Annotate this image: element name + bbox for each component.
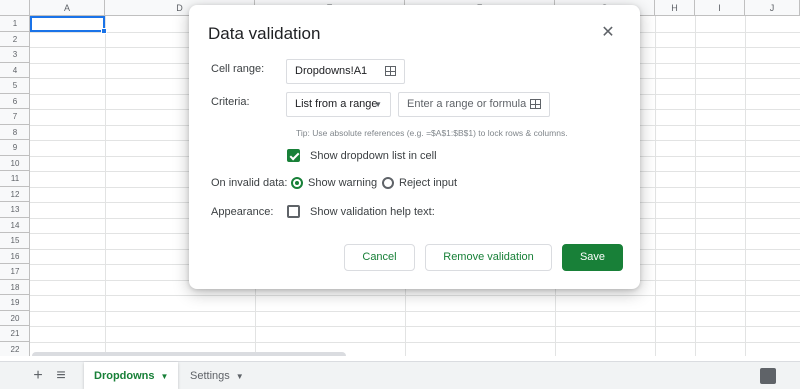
row-header[interactable]: 4 bbox=[0, 63, 30, 78]
criteria-range-placeholder: Enter a range or formula bbox=[407, 98, 527, 110]
save-button[interactable]: Save bbox=[562, 244, 623, 271]
row-header[interactable]: 6 bbox=[0, 94, 30, 109]
gridline-horizontal bbox=[30, 326, 800, 327]
row-header[interactable]: 12 bbox=[0, 187, 30, 202]
column-header-a[interactable]: A bbox=[30, 0, 105, 16]
all-sheets-icon[interactable]: ≡ bbox=[52, 366, 70, 386]
sheet-tab-dropdowns[interactable]: Dropdowns ▼ bbox=[84, 362, 179, 389]
help-text-checkbox[interactable] bbox=[287, 205, 300, 218]
row-header[interactable]: 10 bbox=[0, 156, 30, 171]
row-header[interactable]: 1 bbox=[0, 16, 30, 32]
caret-down-icon: ▼ bbox=[160, 372, 169, 381]
show-warning-label: Show warning bbox=[308, 177, 378, 189]
gridline-vertical bbox=[745, 16, 746, 356]
criteria-type-value: List from a range bbox=[295, 98, 378, 110]
select-range-icon[interactable] bbox=[385, 66, 396, 76]
row-header[interactable]: 14 bbox=[0, 218, 30, 233]
select-all-corner[interactable] bbox=[0, 0, 30, 16]
help-text-label: Show validation help text: bbox=[310, 206, 435, 218]
remove-validation-button[interactable]: Remove validation bbox=[425, 244, 552, 271]
caret-down-icon: ▼ bbox=[374, 100, 382, 109]
column-header-j[interactable]: J bbox=[745, 0, 800, 16]
tip-text: Tip: Use absolute references (e.g. =$A$1… bbox=[296, 128, 568, 138]
selected-cell-a1[interactable] bbox=[30, 16, 105, 32]
row-headers: 1 2 3 4 5 6 7 8 9 10 11 12 13 14 15 16 17 18 19 20 21 22 bbox=[0, 16, 30, 356]
row-header[interactable]: 15 bbox=[0, 233, 30, 249]
fill-handle[interactable] bbox=[101, 28, 107, 34]
gridline-vertical bbox=[655, 16, 656, 356]
dialog-title: Data validation bbox=[208, 24, 321, 43]
show-dropdown-label: Show dropdown list in cell bbox=[310, 150, 437, 162]
row-header[interactable]: 8 bbox=[0, 125, 30, 140]
criteria-label: Criteria: bbox=[211, 96, 250, 108]
reject-input-label: Reject input bbox=[399, 177, 458, 189]
show-dropdown-checkbox[interactable] bbox=[287, 149, 300, 162]
close-icon[interactable]: ✕ bbox=[599, 24, 617, 42]
sheet-tab-bar: + ≡ Dropdowns ▼ Settings ▼ bbox=[0, 361, 800, 389]
column-header-i[interactable]: I bbox=[695, 0, 745, 16]
row-header[interactable]: 2 bbox=[0, 32, 30, 47]
column-header-h[interactable]: H bbox=[655, 0, 695, 16]
gridline-vertical bbox=[695, 16, 696, 356]
cell-range-label: Cell range: bbox=[211, 63, 265, 75]
row-header[interactable]: 11 bbox=[0, 171, 30, 187]
caret-down-icon: ▼ bbox=[235, 372, 244, 381]
criteria-type-select[interactable]: List from a range ▼ bbox=[286, 92, 391, 117]
row-header[interactable]: 3 bbox=[0, 47, 30, 63]
gridline-horizontal bbox=[30, 310, 800, 312]
cell-range-input[interactable]: Dropdowns!A1 bbox=[286, 59, 405, 84]
row-header[interactable]: 5 bbox=[0, 78, 30, 94]
row-header[interactable]: 7 bbox=[0, 109, 30, 125]
explore-icon[interactable] bbox=[760, 368, 776, 384]
cell-range-value: Dropdowns!A1 bbox=[295, 65, 368, 77]
reject-input-radio[interactable] bbox=[382, 177, 394, 189]
criteria-range-input[interactable]: Enter a range or formula bbox=[398, 92, 550, 117]
row-header[interactable]: 20 bbox=[0, 311, 30, 326]
sheet-tab-label: Settings bbox=[190, 370, 230, 382]
row-header[interactable]: 9 bbox=[0, 140, 30, 156]
horizontal-scrollbar[interactable] bbox=[32, 352, 346, 356]
row-header[interactable]: 21 bbox=[0, 326, 30, 342]
row-header[interactable]: 17 bbox=[0, 264, 30, 280]
appearance-label: Appearance: bbox=[211, 206, 274, 218]
add-sheet-icon[interactable]: + bbox=[29, 366, 47, 386]
cancel-button[interactable]: Cancel bbox=[344, 244, 415, 271]
invalid-data-label: On invalid data: bbox=[211, 177, 288, 189]
gridline-horizontal bbox=[30, 295, 800, 296]
row-header[interactable]: 16 bbox=[0, 249, 30, 264]
select-range-icon[interactable] bbox=[530, 99, 541, 109]
row-header[interactable]: 18 bbox=[0, 280, 30, 295]
sheet-tab-settings[interactable]: Settings ▼ bbox=[180, 362, 254, 389]
gridline-vertical bbox=[105, 16, 106, 356]
data-validation-dialog: Data validation ✕ Cell range: Dropdowns!… bbox=[189, 5, 640, 289]
row-header[interactable]: 19 bbox=[0, 295, 30, 311]
sheet-tab-label: Dropdowns bbox=[94, 370, 155, 382]
row-header[interactable]: 22 bbox=[0, 342, 30, 357]
show-warning-radio[interactable] bbox=[291, 177, 303, 189]
gridline-horizontal bbox=[30, 341, 800, 343]
row-header[interactable]: 13 bbox=[0, 202, 30, 218]
